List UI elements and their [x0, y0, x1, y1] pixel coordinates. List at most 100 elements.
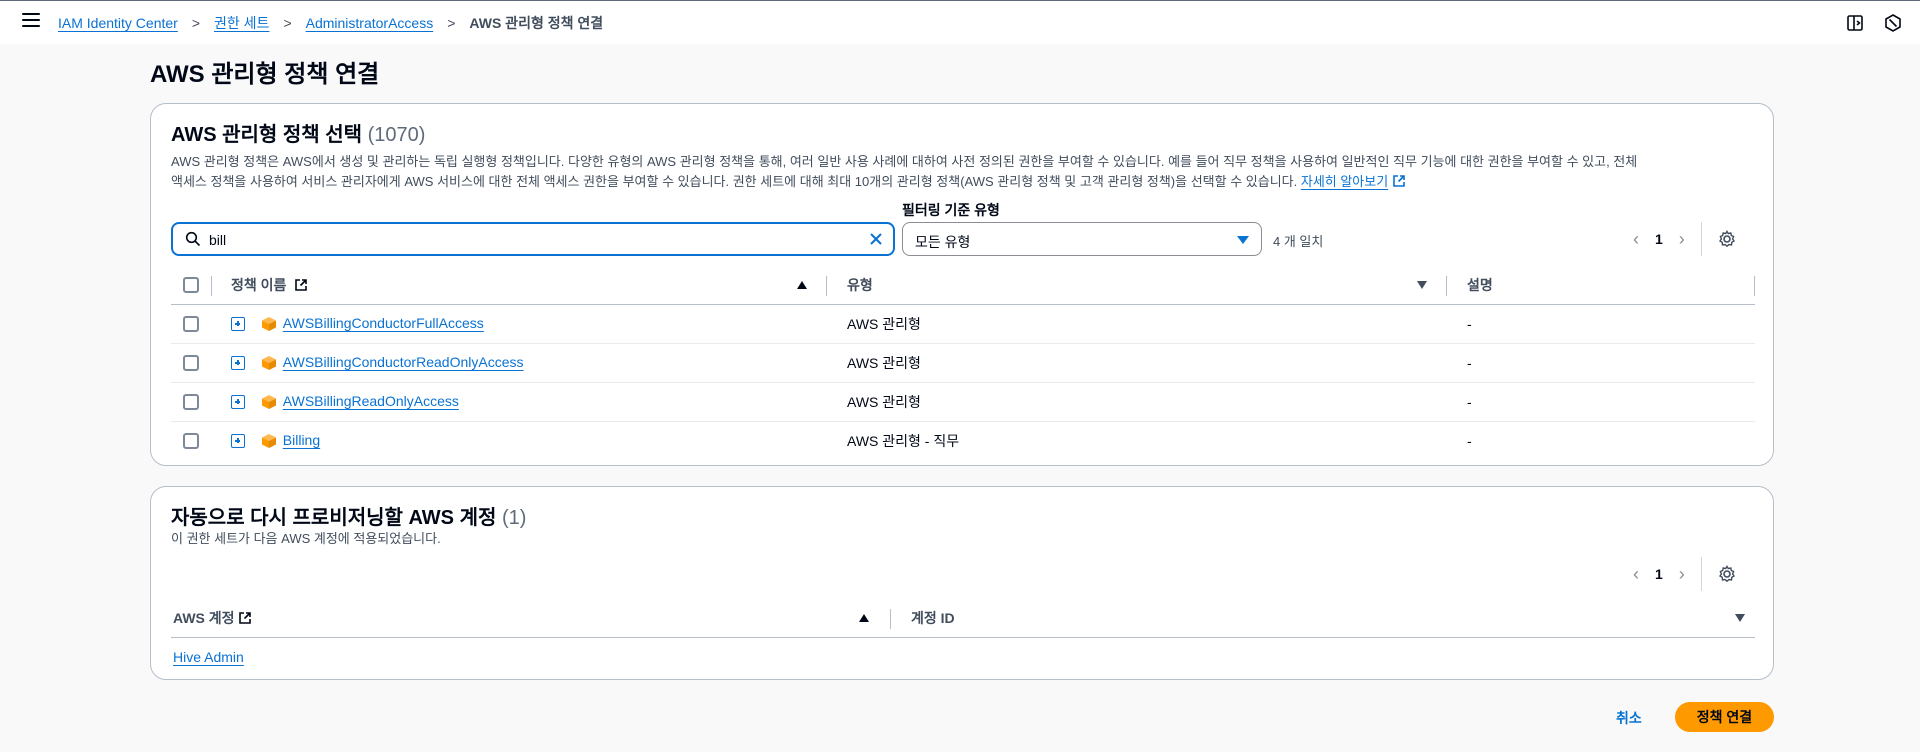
row-checkbox[interactable]: [183, 433, 199, 450]
policy-search-input[interactable]: bill: [171, 222, 895, 256]
hamburger-menu-icon[interactable]: [22, 13, 40, 29]
row-select-cell: [171, 343, 211, 383]
policy-table: 정책 이름 유형 설명 AWSBillingConductorFullAcces…: [171, 266, 1755, 460]
breadcrumb-permission-sets[interactable]: 권한 세트: [214, 13, 269, 33]
row-select-cell: [171, 421, 211, 460]
account-name-link[interactable]: Hive Admin: [173, 649, 244, 665]
top-navigation-bar: IAM Identity Center > 권한 세트 > Administra…: [0, 0, 1920, 44]
column-header-description[interactable]: 설명: [1447, 266, 1755, 305]
breadcrumb-iam-identity-center[interactable]: IAM Identity Center: [58, 15, 178, 31]
row-checkbox[interactable]: [183, 316, 199, 333]
policy-name-link[interactable]: Billing: [283, 432, 320, 448]
policy-pagination: ‹ 1 ›: [1633, 222, 1736, 256]
column-header-type[interactable]: 유형: [827, 266, 1447, 305]
expand-icon[interactable]: [231, 434, 245, 449]
row-checkbox[interactable]: [183, 355, 199, 372]
previous-page-icon[interactable]: ‹: [1633, 229, 1639, 250]
accounts-panel-description: 이 권한 세트가 다음 AWS 계정에 적용되었습니다.: [171, 531, 441, 546]
table-row: Hive Admin: [171, 637, 1755, 676]
side-panel-icon[interactable]: [1845, 13, 1865, 33]
chevron-right-icon: >: [191, 15, 201, 31]
previous-page-icon[interactable]: ‹: [1633, 564, 1639, 585]
policy-name-cell: AWSBillingConductorReadOnlyAccess: [211, 343, 827, 383]
column-header-policy-name[interactable]: 정책 이름: [211, 266, 827, 305]
column-header-account-id[interactable]: 계정 ID: [891, 599, 1755, 638]
match-count: 4 개 일치: [1273, 234, 1324, 249]
search-icon: [185, 231, 201, 247]
policy-table-header: 정책 이름 유형 설명: [171, 266, 1755, 305]
account-name-cell: Hive Admin: [171, 637, 891, 676]
description-line-2-text: 액세스 정책을 사용하여 서비스 관리자에게 AWS 서비스에 대한 전체 액세…: [171, 174, 1298, 189]
column-header-aws-account[interactable]: AWS 계정: [171, 599, 891, 638]
next-page-icon[interactable]: ›: [1679, 229, 1685, 250]
column-policy-name-label: 정책 이름: [231, 276, 287, 293]
cancel-button[interactable]: 취소: [1616, 708, 1642, 728]
breadcrumb-current-page: AWS 관리형 정책 연결: [469, 15, 604, 31]
sort-icon[interactable]: [1735, 614, 1745, 622]
account-id-cell: [891, 637, 1755, 676]
notifications-icon[interactable]: [1883, 13, 1903, 33]
column-description-label: 설명: [1467, 276, 1493, 293]
settings-gear-icon[interactable]: [1718, 230, 1736, 248]
policy-type-cell: AWS 관리형: [827, 382, 1447, 422]
policy-description-cell: -: [1447, 304, 1755, 344]
filter-type-select[interactable]: 모든 유형: [902, 222, 1262, 256]
breadcrumb: IAM Identity Center > 권한 세트 > Administra…: [58, 13, 603, 33]
description-line-1: AWS 관리형 정책은 AWS에서 생성 및 관리하는 독립 실행형 정책입니다…: [171, 154, 1638, 169]
policy-description-cell: -: [1467, 432, 1472, 449]
policy-type-cell: AWS 관리형: [827, 304, 1447, 344]
select-all-header: [171, 266, 212, 305]
external-link-icon[interactable]: [1392, 174, 1406, 188]
sort-icon[interactable]: [1417, 281, 1427, 289]
policy-panel-description: AWS 관리형 정책은 AWS에서 생성 및 관리하는 독립 실행형 정책입니다…: [171, 152, 1761, 192]
settings-gear-icon[interactable]: [1718, 565, 1736, 583]
accounts-count: (1): [501, 507, 527, 529]
policy-name-cell: AWSBillingConductorFullAccess: [211, 304, 827, 344]
clear-search-icon[interactable]: [867, 230, 885, 248]
select-all-checkbox[interactable]: [183, 277, 199, 294]
policy-description-cell: -: [1447, 343, 1755, 383]
accounts-table-header: AWS 계정 계정 ID: [171, 599, 1755, 638]
policy-name-link[interactable]: AWSBillingReadOnlyAccess: [283, 393, 459, 409]
expand-icon[interactable]: [231, 395, 245, 410]
accounts-panel-title: 자동으로 다시 프로비저닝할 AWS 계정 (1): [171, 501, 526, 530]
sort-ascending-icon[interactable]: [797, 281, 807, 289]
external-link-icon[interactable]: [238, 611, 252, 625]
learn-more-link[interactable]: 자세히 알아보기: [1301, 174, 1388, 189]
aws-managed-policy-icon: [261, 356, 276, 371]
table-row[interactable]: AWSBillingConductorReadOnlyAccess AWS 관리…: [171, 343, 1755, 383]
filter-type-label: 필터링 기준 유형: [902, 202, 1000, 218]
attach-policy-button[interactable]: 정책 연결: [1675, 702, 1774, 732]
aws-managed-policy-icon: [261, 434, 276, 449]
expand-icon[interactable]: [231, 356, 245, 371]
column-type-label: 유형: [847, 276, 873, 293]
table-row[interactable]: AWSBillingConductorFullAccess AWS 관리형 -: [171, 304, 1755, 344]
sort-ascending-icon[interactable]: [859, 614, 869, 622]
expand-icon[interactable]: [231, 317, 245, 332]
caret-down-icon: [1237, 236, 1249, 244]
external-link-icon[interactable]: [294, 278, 308, 292]
policy-name-cell: Billing: [211, 421, 827, 460]
table-row[interactable]: AWSBillingReadOnlyAccess AWS 관리형 -: [171, 382, 1755, 422]
policy-description-cell: -: [1447, 382, 1755, 422]
breadcrumb-administrator-access[interactable]: AdministratorAccess: [306, 15, 434, 31]
next-page-icon[interactable]: ›: [1679, 564, 1685, 585]
policy-name-link[interactable]: AWSBillingConductorFullAccess: [283, 315, 484, 331]
current-page-number[interactable]: 1: [1655, 231, 1663, 247]
description-line-2: 액세스 정책을 사용하여 서비스 관리자에게 AWS 서비스에 대한 전체 액세…: [171, 172, 1761, 192]
aws-managed-policy-icon: [261, 317, 276, 332]
policy-name-cell: AWSBillingReadOnlyAccess: [211, 382, 827, 422]
row-checkbox[interactable]: [183, 394, 199, 411]
row-select-cell: [171, 304, 211, 344]
search-input-value[interactable]: bill: [209, 232, 226, 248]
policy-name-link[interactable]: AWSBillingConductorReadOnlyAccess: [283, 354, 524, 370]
current-page-number[interactable]: 1: [1655, 566, 1663, 582]
chevron-right-icon: >: [447, 15, 456, 31]
policy-panel-title: AWS 관리형 정책 선택 (1070): [171, 118, 425, 147]
accounts-pagination: ‹ 1 ›: [1633, 557, 1736, 591]
column-aws-account-label: AWS 계정: [173, 609, 235, 626]
row-select-cell: [171, 382, 211, 422]
table-row[interactable]: Billing AWS 관리형 - 직무 -: [171, 421, 1755, 460]
page-title: AWS 관리형 정책 연결: [150, 61, 380, 88]
pager-divider: [1700, 557, 1702, 591]
